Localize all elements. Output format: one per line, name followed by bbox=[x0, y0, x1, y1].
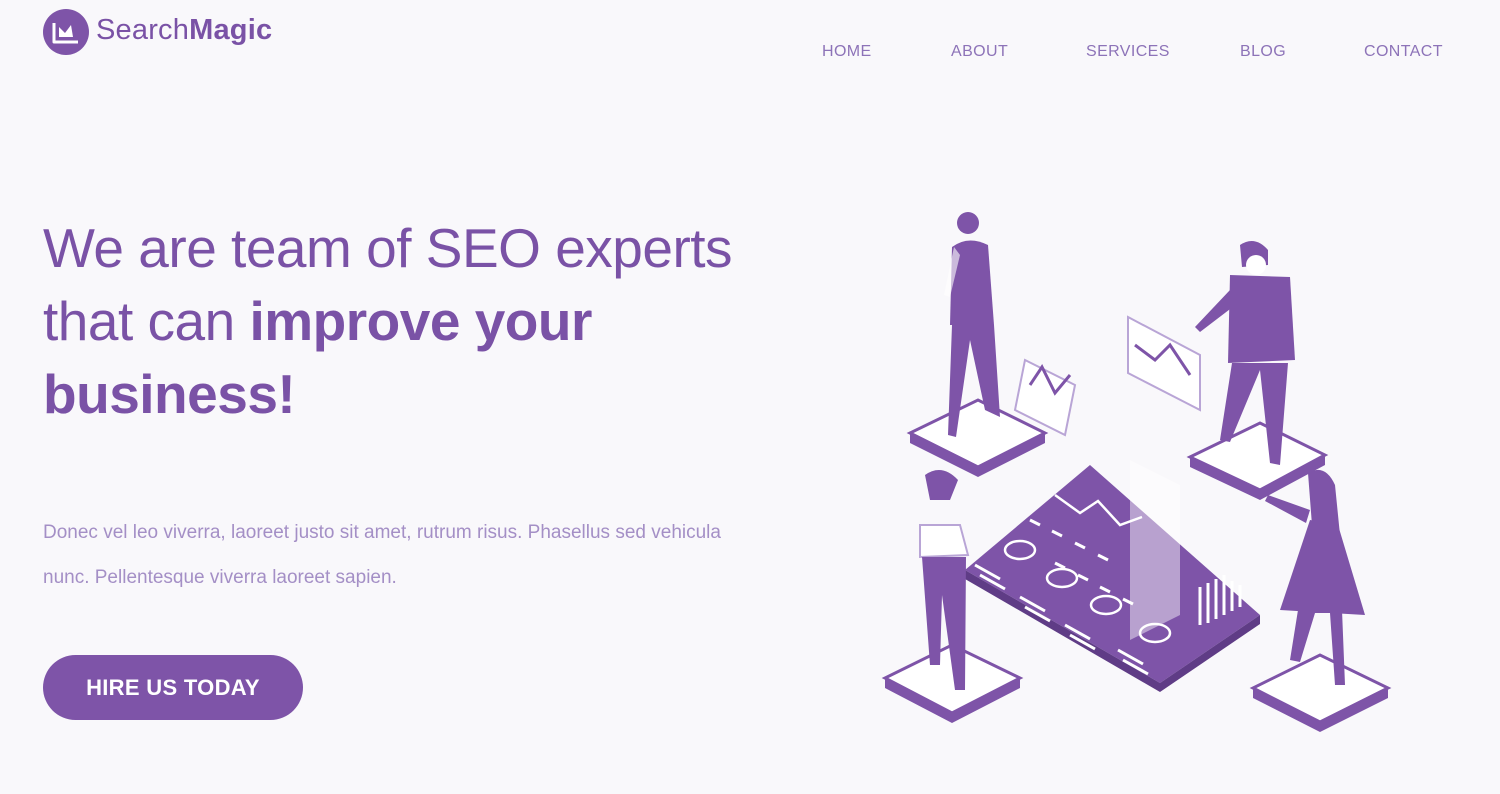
floating-window-right bbox=[1127, 315, 1201, 412]
headline-line-2-bold: improve your bbox=[249, 290, 592, 352]
main-nav: HOME ABOUT SERVICES BLOG CONTACT bbox=[0, 43, 1500, 65]
platform-right-bottom bbox=[1249, 653, 1392, 732]
nav-item-contact[interactable]: CONTACT bbox=[1364, 43, 1443, 61]
nav-item-services[interactable]: SERVICES bbox=[1086, 43, 1170, 61]
nav-item-home[interactable]: HOME bbox=[822, 43, 872, 61]
landing-page: SearchMagic HOME ABOUT SERVICES BLOG CON… bbox=[0, 0, 1500, 794]
brand-name-light: Search bbox=[96, 14, 190, 46]
nav-item-blog[interactable]: BLOG bbox=[1240, 43, 1286, 61]
brand-name: SearchMagic bbox=[96, 16, 272, 45]
headline-line-2-plain: that can bbox=[43, 290, 250, 352]
headline-line-1: We are team of SEO experts bbox=[43, 217, 733, 279]
nav-item-about[interactable]: ABOUT bbox=[951, 43, 1008, 61]
hero-headline: We are team of SEO experts that can impro… bbox=[43, 212, 803, 431]
hero-description: Donec vel leo viverra, laoreet justo sit… bbox=[43, 522, 721, 588]
headline-line-3-bold: business! bbox=[43, 363, 296, 425]
person-woman-right bbox=[1265, 469, 1365, 685]
dashboard-board bbox=[965, 460, 1260, 692]
hire-us-button[interactable]: HIRE US TODAY bbox=[43, 655, 303, 720]
platform-right-top bbox=[1186, 421, 1329, 500]
brand-name-bold: Magic bbox=[189, 14, 273, 46]
isometric-seo-team-illustration bbox=[881, 212, 1392, 732]
